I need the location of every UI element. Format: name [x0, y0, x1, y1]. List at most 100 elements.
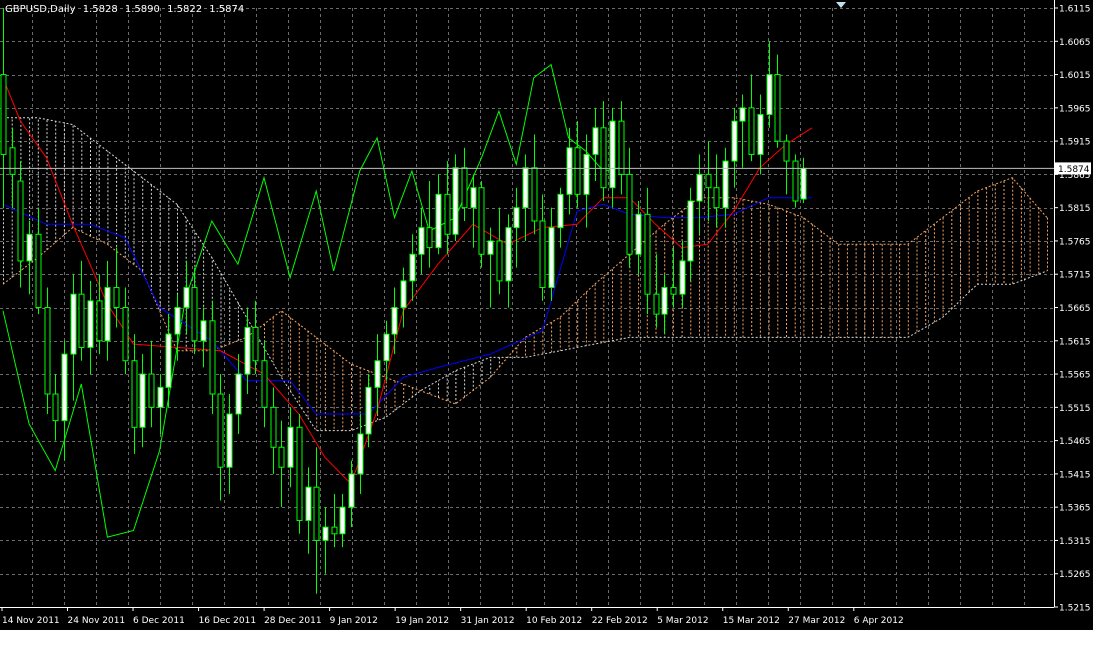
candle-body: [557, 193, 564, 229]
candle-body: [35, 233, 42, 309]
candle-body: [235, 373, 242, 415]
candle-body: [183, 287, 190, 308]
candle-body: [209, 320, 216, 395]
candle-body: [122, 307, 129, 362]
chart-shift-marker-icon[interactable]: [836, 2, 846, 8]
candle-body: [731, 120, 738, 162]
candle-body: [270, 406, 277, 448]
time-tick-label: 14 Nov 2011: [2, 616, 60, 626]
chart-window[interactable]: 1.6115 1.6065 1.6015 1.5965 1.5915 1.5865 1.58…: [0, 0, 1093, 630]
time-tick-label: 28 Dec 2011: [264, 616, 322, 626]
open-value: 1.5828: [82, 4, 118, 15]
chikou-sen-line: [2, 63, 621, 538]
chart-plot[interactable]: 1.61151.60651.60151.59651.59151.58651.58…: [0, 0, 1093, 630]
candle-body: [261, 360, 268, 408]
candle-body: [461, 167, 468, 209]
candle-body: [113, 287, 120, 308]
candle-body: [487, 240, 494, 255]
price-tick-label: 1.5615: [1059, 337, 1091, 347]
candle-body: [278, 446, 285, 468]
time-tick-label: 6 Apr 2012: [854, 616, 904, 626]
candle-body: [52, 393, 59, 422]
candle-body: [305, 486, 312, 521]
candle-body: [131, 360, 138, 428]
candle-body: [653, 293, 660, 315]
price-tick-label: 1.5715: [1059, 271, 1091, 281]
time-tick-label: 9 Jan 2012: [330, 616, 378, 626]
candle-body: [696, 173, 703, 202]
price-tick-label: 1.5465: [1059, 437, 1091, 447]
candle-body: [331, 526, 338, 535]
time-tick-label: 24 Nov 2011: [68, 616, 126, 626]
close-value: 1.5874: [209, 4, 245, 15]
price-tick-label: 1.5915: [1059, 138, 1091, 148]
candle-body: [661, 287, 668, 315]
candle-body: [148, 373, 155, 408]
candle-body: [157, 386, 164, 408]
candle-body: [757, 113, 764, 155]
time-tick-label: 6 Dec 2011: [133, 616, 185, 626]
candle-body: [78, 293, 85, 348]
candle-body: [252, 326, 259, 362]
candle-body: [61, 353, 68, 422]
candle-body: [644, 213, 651, 295]
price-tick-label: 1.5665: [1059, 304, 1091, 314]
candle-body: [748, 107, 755, 155]
candle-body: [548, 227, 555, 289]
chart-title: GBPUSD,Daily 1.5828 1.5890 1.5822 1.5874: [5, 4, 248, 15]
candle-body: [766, 74, 773, 115]
price-tick-label: 1.5815: [1059, 204, 1091, 214]
candle-body: [217, 393, 224, 468]
candle-body: [287, 426, 294, 468]
candle-body: [539, 220, 546, 289]
candle-body: [435, 193, 442, 249]
candle-body: [600, 127, 607, 189]
candle-body: [505, 227, 512, 282]
candle-body: [165, 333, 172, 388]
candle-body: [357, 433, 364, 475]
candle-body: [244, 326, 251, 375]
candle-body: [339, 506, 346, 535]
candle-body: [522, 167, 529, 209]
candle-body: [783, 140, 790, 162]
candle-body: [44, 307, 51, 395]
candle-body: [626, 173, 633, 255]
candle-body: [418, 227, 425, 255]
candle-body: [139, 373, 146, 428]
candle-body: [566, 147, 573, 195]
candle-body: [444, 193, 451, 235]
candle-body: [400, 280, 407, 308]
time-axis: 14 Nov 2011 24 Nov 2011 6 Dec 2011 16 Dec 2…: [1, 607, 904, 626]
price-tick-label: 1.5265: [1059, 570, 1091, 580]
candle-body: [226, 413, 233, 468]
price-tick-label: 1.5315: [1059, 537, 1091, 547]
time-tick-label: 22 Feb 2012: [592, 616, 648, 626]
candle-body: [800, 167, 807, 200]
candle-body: [26, 233, 33, 262]
candle-body: [496, 240, 503, 282]
bottom-strip: [0, 630, 1093, 662]
symbol-label: GBPUSD,Daily: [5, 4, 76, 15]
price-tick-label: 1.6115: [1059, 5, 1091, 15]
candle-body: [174, 307, 181, 335]
candle-body: [200, 320, 207, 342]
candle-body: [0, 74, 7, 155]
candle-body: [87, 300, 94, 348]
candle-body: [670, 287, 677, 295]
candle-body: [383, 333, 390, 362]
price-tick-label: 1.5965: [1059, 104, 1091, 114]
candle-body: [592, 127, 599, 155]
time-tick-label: 31 Jan 2012: [461, 616, 515, 626]
time-tick-label: 15 Mar 2012: [723, 616, 780, 626]
price-tick-label: 1.5565: [1059, 371, 1091, 381]
candle-body: [774, 74, 781, 142]
price-tick-label: 1.5765: [1059, 237, 1091, 247]
price-tick-label: 1.5215: [1059, 604, 1091, 614]
price-tick-label: 1.5365: [1059, 504, 1091, 514]
time-tick-label: 10 Feb 2012: [526, 616, 582, 626]
candle-body: [426, 227, 433, 249]
low-value: 1.5822: [167, 4, 203, 15]
candle-body: [792, 160, 799, 202]
candle-body: [70, 293, 77, 355]
candle-body: [96, 300, 103, 342]
